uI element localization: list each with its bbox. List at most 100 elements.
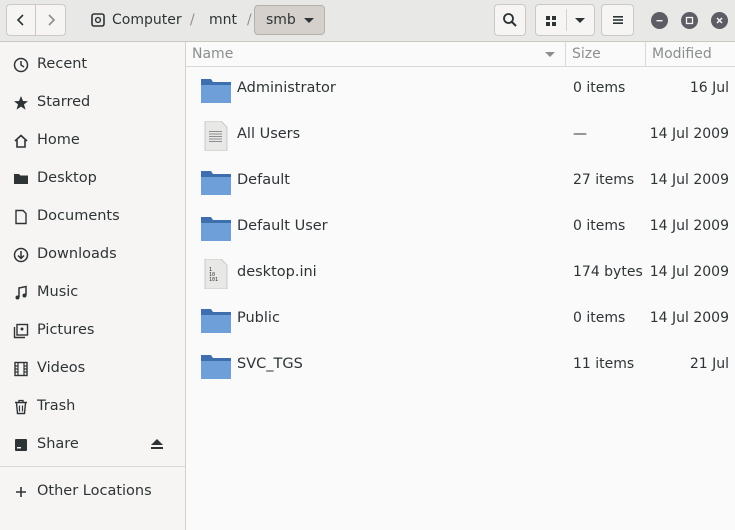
- file-modified: 14 Jul 2009: [649, 172, 729, 188]
- file-row[interactable]: 1 10 101 desktop.ini 174 bytes 14 Jul 2009: [186, 251, 735, 297]
- sidebar-item-label: Share: [37, 436, 79, 452]
- file-size: 27 items: [573, 172, 635, 188]
- eject-icon: [151, 439, 163, 449]
- sidebar-item-home[interactable]: Home: [0, 121, 185, 159]
- file-size: 11 items: [573, 356, 635, 372]
- sidebar-item-label: Desktop: [37, 170, 97, 186]
- sidebar-item-label: Trash: [37, 398, 76, 414]
- file-name: desktop.ini: [237, 264, 317, 280]
- file-row[interactable]: Public 0 items 14 Jul 2009: [186, 297, 735, 343]
- file-name: Default: [237, 172, 290, 188]
- search-icon: [503, 13, 517, 27]
- folder-icon: [201, 355, 231, 379]
- sidebar: Recent Starred Home Desktop Documents Do…: [0, 42, 186, 530]
- sidebar-item-label: Documents: [37, 208, 120, 224]
- minimize-button[interactable]: [651, 12, 668, 29]
- breadcrumb-label: smb: [266, 12, 296, 28]
- file-modified: 16 Jul: [689, 80, 729, 96]
- sidebar-item-label: Home: [37, 132, 80, 148]
- column-header-name[interactable]: Name: [192, 46, 233, 62]
- breadcrumb-label: mnt: [209, 12, 237, 28]
- file-row[interactable]: Default 27 items 14 Jul 2009: [186, 159, 735, 205]
- sidebar-item-videos[interactable]: Videos: [0, 349, 185, 387]
- file-size: 174 bytes: [573, 264, 643, 280]
- sidebar-item-documents[interactable]: Documents: [0, 197, 185, 235]
- star-icon: [12, 94, 29, 111]
- view-options-button[interactable]: [535, 4, 595, 36]
- main-menu-button[interactable]: [601, 4, 634, 36]
- maximize-button[interactable]: [681, 12, 698, 29]
- sidebar-divider: [0, 466, 185, 467]
- home-icon: [12, 132, 29, 149]
- svg-text:101: 101: [209, 277, 218, 283]
- document-icon: [12, 208, 29, 225]
- breadcrumb-mnt[interactable]: mnt: [209, 4, 237, 36]
- file-row[interactable]: Default User 0 items 14 Jul 2009: [186, 205, 735, 251]
- breadcrumb-separator: /: [190, 12, 195, 28]
- folder-icon: [201, 171, 231, 195]
- hamburger-menu-icon: [612, 16, 623, 24]
- chevron-right-icon: [47, 14, 55, 26]
- file-row[interactable]: Administrator 0 items 16 Jul: [186, 67, 735, 113]
- file-name: Default User: [237, 218, 328, 234]
- file-name: Public: [237, 310, 280, 326]
- clock-icon: [12, 56, 29, 73]
- sidebar-item-label: Starred: [37, 94, 91, 110]
- maximize-icon: [685, 16, 694, 25]
- sidebar-item-other-locations[interactable]: Other Locations: [0, 472, 185, 510]
- file-list: Name Size Modified Administrator 0 items…: [186, 42, 735, 530]
- back-button[interactable]: [6, 4, 36, 36]
- file-size: 0 items: [573, 218, 626, 234]
- grid-view-icon: [546, 16, 556, 26]
- chevron-left-icon: [16, 14, 24, 26]
- file-modified: 14 Jul 2009: [649, 310, 729, 326]
- column-divider: [645, 42, 646, 67]
- download-icon: [12, 246, 29, 263]
- plus-icon: [12, 483, 29, 500]
- close-button[interactable]: [711, 12, 728, 29]
- file-modified: 21 Jul: [689, 356, 729, 372]
- column-header-modified[interactable]: Modified: [652, 46, 712, 62]
- drive-icon: [91, 13, 105, 27]
- folder-icon: [12, 170, 29, 187]
- file-size: 0 items: [573, 310, 626, 326]
- file-row[interactable]: All Users — 14 Jul 2009: [186, 113, 735, 159]
- breadcrumb-smb[interactable]: smb: [254, 5, 325, 35]
- breadcrumb-computer[interactable]: Computer: [90, 4, 182, 36]
- sidebar-item-recent[interactable]: Recent: [0, 45, 185, 83]
- folder-icon: [201, 217, 231, 241]
- sidebar-item-starred[interactable]: Starred: [0, 83, 185, 121]
- sidebar-item-label: Pictures: [37, 322, 95, 338]
- file-name: SVC_TGS: [237, 356, 303, 372]
- file-size: 0 items: [573, 80, 626, 96]
- search-button[interactable]: [494, 4, 526, 36]
- column-header-size[interactable]: Size: [572, 46, 601, 62]
- file-modified: 14 Jul 2009: [649, 264, 729, 280]
- sort-descending-icon: [545, 52, 555, 57]
- sidebar-item-downloads[interactable]: Downloads: [0, 235, 185, 273]
- music-icon: [12, 284, 29, 301]
- folder-icon: [201, 309, 231, 333]
- sidebar-item-trash[interactable]: Trash: [0, 387, 185, 425]
- eject-button[interactable]: [150, 437, 164, 451]
- forward-button[interactable]: [35, 4, 66, 36]
- file-modified: 14 Jul 2009: [649, 126, 729, 142]
- text-file-icon: [204, 121, 228, 151]
- breadcrumb-separator: /: [247, 12, 252, 28]
- close-icon: [716, 17, 723, 24]
- sidebar-item-desktop[interactable]: Desktop: [0, 159, 185, 197]
- file-modified: 14 Jul 2009: [649, 218, 729, 234]
- sidebar-item-label: Music: [37, 284, 79, 300]
- video-icon: [12, 360, 29, 377]
- caret-down-icon: [304, 18, 314, 23]
- sidebar-item-music[interactable]: Music: [0, 273, 185, 311]
- file-name: Administrator: [237, 80, 336, 96]
- sidebar-item-label: Other Locations: [37, 483, 152, 499]
- sidebar-item-pictures[interactable]: Pictures: [0, 311, 185, 349]
- header-bar: Computer / mnt / smb: [0, 0, 735, 42]
- folder-icon: [201, 79, 231, 103]
- sidebar-item-share[interactable]: Share: [0, 425, 185, 463]
- file-row[interactable]: SVC_TGS 11 items 21 Jul: [186, 343, 735, 389]
- file-name: All Users: [237, 126, 301, 142]
- trash-icon: [12, 398, 29, 415]
